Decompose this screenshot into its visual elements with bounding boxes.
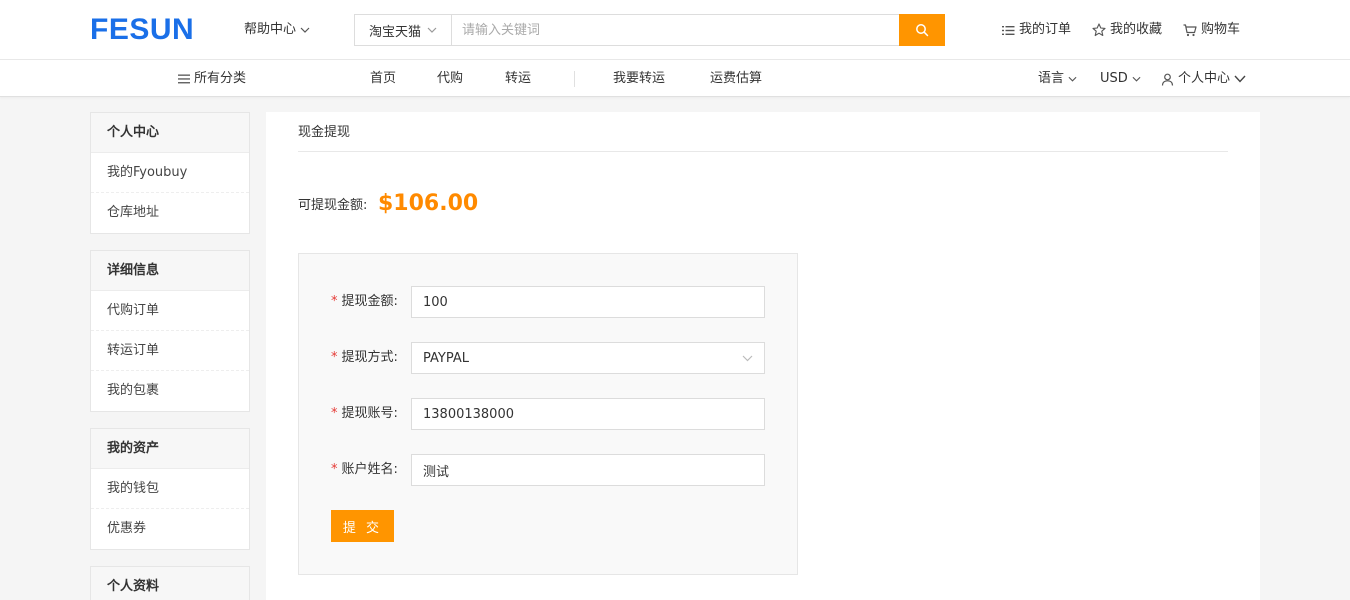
account-input[interactable] xyxy=(411,398,765,430)
title-divider xyxy=(298,151,1228,152)
nav-divider xyxy=(574,71,575,87)
sidebar-group-my-assets: 我的资产 我的钱包 优惠券 xyxy=(90,428,250,550)
cart-label: 购物车 xyxy=(1201,22,1241,37)
form-row-amount: * 提现金额: xyxy=(299,286,799,318)
sidebar-group-profile: 个人资料 xyxy=(90,566,250,600)
sidebar-group-personal-center: 个人中心 我的Fyoubuy 仓库地址 xyxy=(90,112,250,234)
main-panel: 现金提现 可提现金额: $106.00 *提现金额: *提现方式: PAYPAL… xyxy=(266,112,1260,600)
help-center-dropdown[interactable]: 帮助中心 xyxy=(244,20,310,40)
chevron-down-icon xyxy=(1068,76,1077,82)
list-icon xyxy=(1002,25,1015,35)
required-mark: * xyxy=(331,406,338,421)
balance-label: 可提现金额: xyxy=(298,198,368,213)
sidebar-group-title: 我的资产 xyxy=(91,429,249,469)
nav-purchase-agent[interactable]: 代购 xyxy=(437,69,463,89)
amount-label-text: 提现金额: xyxy=(341,294,398,309)
my-orders-link[interactable]: 我的订单 xyxy=(1002,20,1071,40)
withdraw-form: *提现金额: *提现方式: PAYPAL *提现账号: *账户姓名: 提 交 xyxy=(298,253,798,575)
form-row-method: * 提现方式: PAYPAL xyxy=(299,342,799,374)
required-mark: * xyxy=(331,294,338,309)
balance-value: $106.00 xyxy=(378,191,479,216)
required-mark: * xyxy=(331,350,338,365)
language-dropdown[interactable]: 语言 xyxy=(1038,69,1077,89)
help-center-label: 帮助中心 xyxy=(244,22,297,37)
search-input[interactable] xyxy=(452,15,899,45)
sidebar-group-title: 详细信息 xyxy=(91,251,249,291)
form-row-name: * 账户姓名: xyxy=(299,454,799,486)
account-label-text: 提现账号: xyxy=(341,406,398,421)
form-row-account: * 提现账号: xyxy=(299,398,799,430)
search-icon xyxy=(916,24,929,37)
nav-bar: 所有分类 首页 代购 转运 我要转运 运费估算 语言 USD 个人中心 xyxy=(0,60,1350,97)
search-button[interactable] xyxy=(899,14,945,46)
method-select[interactable]: PAYPAL xyxy=(411,342,765,374)
search-category-label: 淘宝天猫 xyxy=(368,24,421,40)
sidebar-item-my-wallet[interactable]: 我的钱包 xyxy=(91,469,249,509)
nav-shipping-estimate[interactable]: 运费估算 xyxy=(710,69,762,89)
sidebar-group-title: 个人资料 xyxy=(91,567,249,600)
sidebar-item-purchase-orders[interactable]: 代购订单 xyxy=(91,291,249,331)
nav-ship-request[interactable]: 我要转运 xyxy=(613,69,665,89)
submit-button[interactable]: 提 交 xyxy=(331,510,394,542)
menu-icon xyxy=(178,74,190,84)
currency-label: USD xyxy=(1100,71,1128,86)
user-icon xyxy=(1161,73,1174,86)
page-title: 现金提现 xyxy=(298,125,351,140)
language-label: 语言 xyxy=(1038,71,1065,86)
top-header: FESUN 帮助中心 淘宝天猫 我的订单 我的收藏 购物车 xyxy=(0,0,1350,60)
required-mark: * xyxy=(331,462,338,477)
sidebar-item-warehouse-address[interactable]: 仓库地址 xyxy=(91,193,249,233)
user-center-dropdown[interactable]: 个人中心 xyxy=(1161,69,1246,89)
chevron-down-icon xyxy=(300,27,310,33)
my-orders-label: 我的订单 xyxy=(1019,22,1072,37)
name-label-text: 账户姓名: xyxy=(341,462,398,477)
sidebar-item-coupons[interactable]: 优惠券 xyxy=(91,509,249,549)
sidebar-group-details: 详细信息 代购订单 转运订单 我的包裹 xyxy=(90,250,250,412)
search-category-select[interactable]: 淘宝天猫 xyxy=(355,15,452,45)
chevron-down-icon xyxy=(742,355,753,361)
account-name-input[interactable] xyxy=(411,454,765,486)
sidebar-item-my-packages[interactable]: 我的包裹 xyxy=(91,371,249,411)
nav-all-categories[interactable]: 所有分类 xyxy=(178,69,246,89)
chevron-down-icon xyxy=(1132,76,1141,82)
amount-input[interactable] xyxy=(411,286,765,318)
top-links: 我的订单 我的收藏 购物车 xyxy=(1002,20,1240,40)
cart-icon xyxy=(1183,23,1197,36)
star-icon xyxy=(1092,23,1106,37)
chevron-down-icon xyxy=(1234,75,1246,83)
sidebar-group-title: 个人中心 xyxy=(91,113,249,153)
nav-home[interactable]: 首页 xyxy=(370,69,396,89)
method-label-text: 提现方式: xyxy=(341,350,398,365)
my-favorites-link[interactable]: 我的收藏 xyxy=(1092,20,1162,40)
currency-dropdown[interactable]: USD xyxy=(1100,69,1141,89)
cart-link[interactable]: 购物车 xyxy=(1183,20,1240,40)
sidebar-item-forwarding-orders[interactable]: 转运订单 xyxy=(91,331,249,371)
nav-all-categories-label: 所有分类 xyxy=(194,71,247,86)
my-favorites-label: 我的收藏 xyxy=(1110,22,1163,37)
method-select-value: PAYPAL xyxy=(423,350,469,366)
sidebar-item-my-fyoubuy[interactable]: 我的Fyoubuy xyxy=(91,153,249,193)
chevron-down-icon xyxy=(427,27,437,33)
search-bar: 淘宝天猫 xyxy=(354,14,945,46)
user-center-label: 个人中心 xyxy=(1178,71,1231,86)
logo[interactable]: FESUN xyxy=(90,12,194,48)
nav-forwarding[interactable]: 转运 xyxy=(505,69,531,89)
